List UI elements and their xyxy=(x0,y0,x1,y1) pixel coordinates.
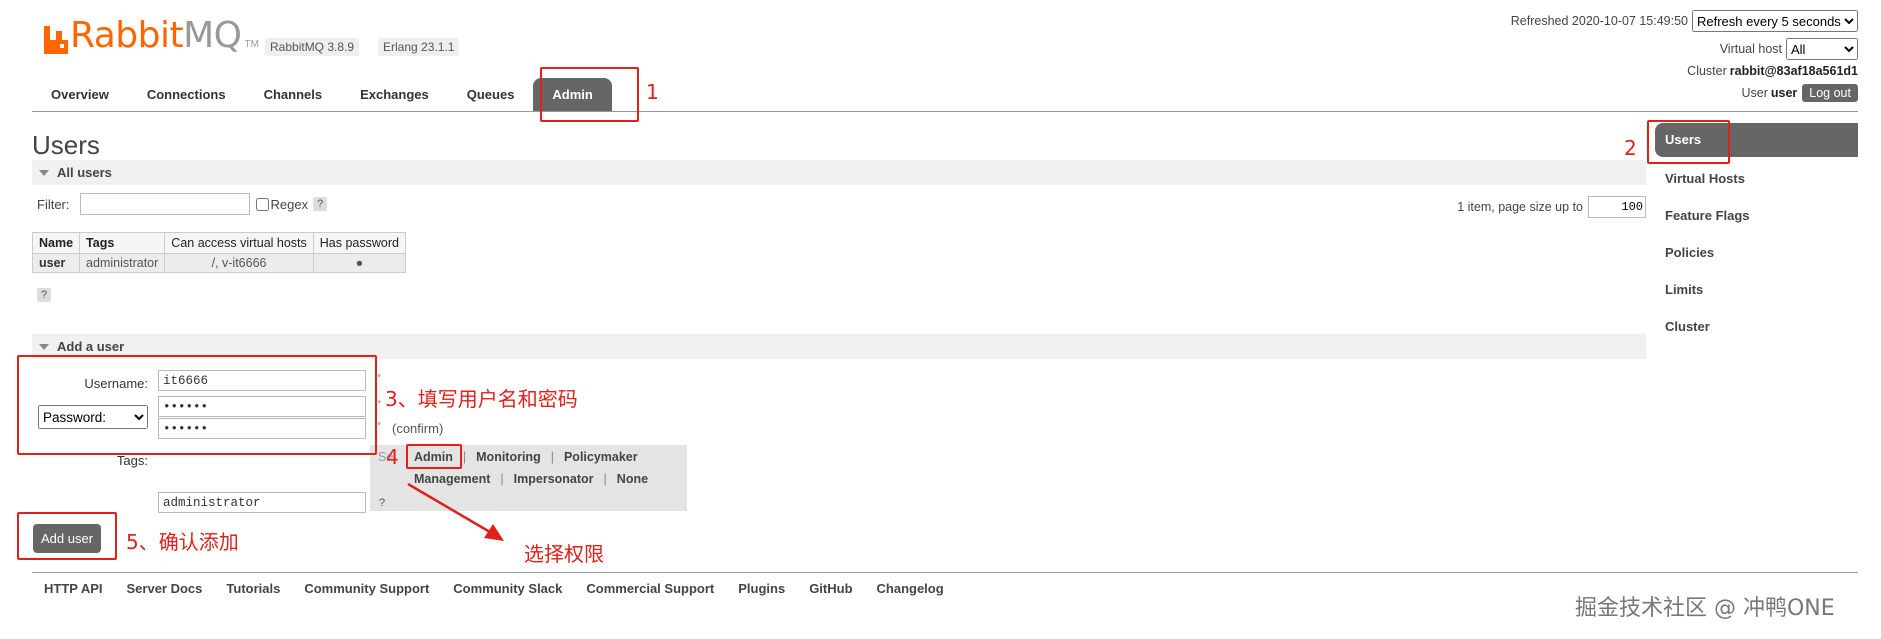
user-label: User xyxy=(1741,86,1768,100)
annotation-box-admin-tab xyxy=(540,67,639,122)
tab-connections[interactable]: Connections xyxy=(128,78,245,112)
logo-trademark: TM xyxy=(244,39,259,50)
filter-help-button[interactable]: ? xyxy=(313,197,328,211)
status-area: Refreshed 2020-10-07 15:49:50 Refresh ev… xyxy=(1511,10,1858,104)
table-row[interactable]: user administrator /, v-it6666 ● xyxy=(31,253,406,273)
footer-link-community-support[interactable]: Community Support xyxy=(304,581,429,596)
filter-label: Filter: xyxy=(37,196,70,212)
annotation-box-credentials xyxy=(17,355,377,455)
filter-row: Filter: Regex ? xyxy=(37,193,328,215)
column-header-vhosts[interactable]: Can access virtual hosts xyxy=(164,232,314,254)
collapse-triangle-icon xyxy=(39,343,49,350)
annotation-step-1: 1 xyxy=(646,80,659,104)
collapse-triangle-icon xyxy=(39,169,49,176)
tag-option-none[interactable]: None xyxy=(617,472,648,486)
vhost-select[interactable]: All xyxy=(1786,38,1858,60)
table-header-row: Name Tags Can access virtual hosts Has p… xyxy=(31,232,406,254)
annotation-box-add-user xyxy=(17,512,117,560)
user-vhosts-cell: /, v-it6666 xyxy=(164,253,314,273)
tags-label: Tags: xyxy=(116,453,148,468)
refreshed-timestamp: Refreshed 2020-10-07 15:49:50 xyxy=(1510,14,1688,28)
tab-exchanges[interactable]: Exchanges xyxy=(341,78,448,112)
cluster-name: rabbit@83af18a561d1 xyxy=(1729,64,1858,78)
footer-link-tutorials[interactable]: Tutorials xyxy=(226,581,280,596)
username-required-mark: * xyxy=(377,372,382,384)
sidebar-item-feature-flags[interactable]: Feature Flags xyxy=(1655,197,1858,234)
logo-wordmark: RabbitMQ xyxy=(70,15,242,56)
sidebar-item-policies[interactable]: Policies xyxy=(1655,234,1858,271)
annotation-select-permission: 选择权限 xyxy=(524,542,604,566)
page-size-input[interactable] xyxy=(1588,196,1646,218)
footer-link-server-docs[interactable]: Server Docs xyxy=(127,581,203,596)
footer-link-github[interactable]: GitHub xyxy=(809,581,852,596)
cluster-label: Cluster xyxy=(1687,64,1727,78)
annotation-step-5: 5、确认添加 xyxy=(126,530,239,554)
page-title: Users xyxy=(32,130,100,160)
tag-option-policymaker[interactable]: Policymaker xyxy=(564,450,638,464)
footer-links: HTTP API Server Docs Tutorials Community… xyxy=(44,581,968,596)
tag-option-monitoring[interactable]: Monitoring xyxy=(476,450,541,464)
footer-link-community-slack[interactable]: Community Slack xyxy=(453,581,562,596)
annotation-step-2: 2 xyxy=(1624,136,1637,160)
password-required-mark: * xyxy=(377,398,382,410)
tab-overview[interactable]: Overview xyxy=(32,78,128,112)
column-header-name[interactable]: Name xyxy=(31,232,81,254)
annotation-box-users-sidebar xyxy=(1647,120,1730,164)
annotation-box-admin-tag xyxy=(406,444,462,469)
regex-checkbox[interactable] xyxy=(255,197,269,211)
sidebar-item-cluster[interactable]: Cluster xyxy=(1655,308,1858,345)
tags-help-button[interactable]: ? xyxy=(375,496,389,510)
sidebar-item-limits[interactable]: Limits xyxy=(1655,271,1858,308)
footer-link-commercial-support[interactable]: Commercial Support xyxy=(586,581,714,596)
user-name-cell[interactable]: user xyxy=(31,253,81,273)
user-tags-cell: administrator xyxy=(79,253,166,273)
annotation-arrow-icon xyxy=(407,482,504,541)
rabbitmq-logo-icon xyxy=(44,26,68,54)
logout-button[interactable]: Log out xyxy=(1802,84,1858,102)
annotation-step-4: 4 xyxy=(386,445,399,469)
column-header-tags[interactable]: Tags xyxy=(79,232,166,254)
annotation-step-3: 3、填写用户名和密码 xyxy=(385,387,578,411)
rabbitmq-version-badge: RabbitMQ 3.8.9 xyxy=(265,38,360,56)
filter-input[interactable] xyxy=(79,193,250,215)
user-has-password-cell: ● xyxy=(312,253,406,273)
main-nav: Overview Connections Channels Exchanges … xyxy=(32,78,612,112)
tag-option-impersonator[interactable]: Impersonator xyxy=(514,472,594,486)
watermark: 掘金技术社区 @ 冲鸭ONE xyxy=(1575,596,1835,621)
footer-link-http-api[interactable]: HTTP API xyxy=(44,581,103,596)
column-header-has-password[interactable]: Has password xyxy=(312,232,406,254)
footer-divider xyxy=(32,572,1858,573)
paging-text: 1 item, page size up to xyxy=(1457,200,1583,214)
sidebar-item-virtual-hosts[interactable]: Virtual Hosts xyxy=(1655,160,1858,197)
footer-link-changelog[interactable]: Changelog xyxy=(877,581,944,596)
confirm-required-mark: * xyxy=(377,420,382,432)
paging-controls: 1 item, page size up to xyxy=(1457,196,1646,218)
tab-queues[interactable]: Queues xyxy=(448,78,534,112)
footer-link-plugins[interactable]: Plugins xyxy=(738,581,785,596)
rabbitmq-logo: RabbitMQ TM xyxy=(44,18,259,54)
vhost-label: Virtual host xyxy=(1719,42,1782,56)
all-users-section-header[interactable]: All users xyxy=(32,160,1646,185)
add-user-section-label: Add a user xyxy=(57,339,125,354)
confirm-note: (confirm) xyxy=(392,421,444,436)
users-table: Name Tags Can access virtual hosts Has p… xyxy=(31,232,406,273)
tab-channels[interactable]: Channels xyxy=(245,78,342,112)
tags-input[interactable] xyxy=(158,492,366,513)
erlang-version-badge: Erlang 23.1.1 xyxy=(378,38,460,56)
refresh-interval-select[interactable]: Refresh every 5 seconds xyxy=(1692,10,1858,32)
regex-label: Regex xyxy=(270,196,309,212)
current-user: user xyxy=(1770,86,1798,100)
table-help-button[interactable]: ? xyxy=(37,288,52,302)
nav-divider xyxy=(32,111,1858,112)
all-users-section-label: All users xyxy=(57,165,112,180)
